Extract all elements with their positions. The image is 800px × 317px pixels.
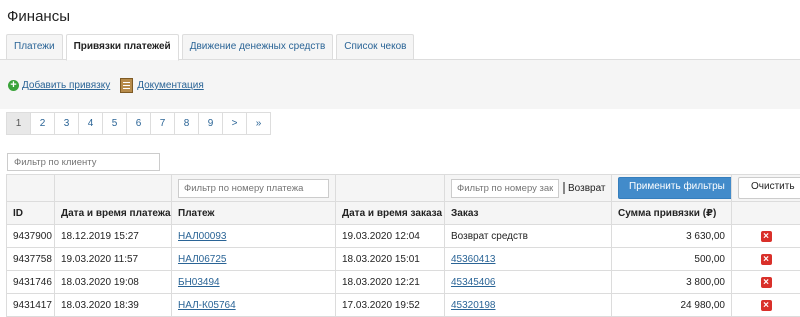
delete-icon[interactable]: × [761,277,772,288]
payment-link[interactable]: НАЛ-К05764 [178,300,236,311]
page-3[interactable]: 3 [54,112,79,135]
payment-link[interactable]: БН03494 [178,277,220,288]
payment-filter-input[interactable] [178,179,329,198]
order-link[interactable]: 45320198 [451,300,496,311]
cell-sum: 500,00 [612,248,732,271]
header-row: ID Дата и время платежа Платеж Дата и вр… [7,202,800,225]
actions-bar: + Добавить привязку Документация [8,78,204,93]
cell-sum: 24 980,00 [612,294,732,317]
cell-id: 9437758 [7,248,55,271]
refund-checkbox[interactable] [563,182,565,194]
delete-icon[interactable]: × [761,231,772,242]
cell-order-date: 18.03.2020 15:01 [336,248,445,271]
add-binding-link[interactable]: Добавить привязку [22,80,110,91]
page-4[interactable]: 4 [78,112,103,135]
bindings-table: Возврат Применить фильтры Очистить ID Да… [6,174,800,317]
cell-sum: 3 800,00 [612,271,732,294]
tab-bar: Платежи Привязки платежей Движение денеж… [6,34,417,60]
col-order: Заказ [445,202,612,225]
client-filter-input[interactable] [7,153,160,171]
col-order-date: Дата и время заказа [336,202,445,225]
tab-receipts-list[interactable]: Список чеков [336,34,414,59]
page-6[interactable]: 6 [126,112,151,135]
cell-id: 9431746 [7,271,55,294]
cell-payment-date: 18.03.2020 19:08 [55,271,172,294]
tab-cash-flow[interactable]: Движение денежных средств [182,34,334,59]
apply-filters-button[interactable]: Применить фильтры [618,177,732,199]
page-7[interactable]: 7 [150,112,175,135]
order-filter-input[interactable] [451,179,559,198]
page-next[interactable]: > [222,112,247,135]
cell-payment-date: 18.03.2020 18:39 [55,294,172,317]
order-link[interactable]: 45360413 [451,254,496,265]
plus-icon[interactable]: + [8,80,19,91]
cell-id: 9437900 [7,225,55,248]
cell-payment-date: 18.12.2019 15:27 [55,225,172,248]
page-last[interactable]: » [246,112,271,135]
documentation-link[interactable]: Документация [137,80,204,91]
table-row: 9431417 18.03.2020 18:39 НАЛ-К05764 17.0… [7,294,800,317]
cell-sum: 3 630,00 [612,225,732,248]
page-1[interactable]: 1 [6,112,31,135]
col-sum: Сумма привязки (₽) [612,202,732,225]
page-5[interactable]: 5 [102,112,127,135]
cell-id: 9431417 [7,294,55,317]
cell-order-date: 19.03.2020 12:04 [336,225,445,248]
cell-payment-date: 19.03.2020 11:57 [55,248,172,271]
refund-label: Возврат [568,183,606,194]
cell-order-date: 17.03.2020 19:52 [336,294,445,317]
cell-order: Возврат средств [445,225,612,248]
tab-payments[interactable]: Платежи [6,34,63,59]
filter-row: Возврат Применить фильтры Очистить [7,175,800,202]
col-payment-date: Дата и время платежа [55,202,172,225]
payment-link[interactable]: НАЛ06725 [178,254,226,265]
col-payment: Платеж [172,202,336,225]
payment-link[interactable]: НАЛ00093 [178,231,226,242]
page-8[interactable]: 8 [174,112,199,135]
pagination: 1 2 3 4 5 6 7 8 9 > » [7,112,271,135]
col-id: ID [7,202,55,225]
delete-icon[interactable]: × [761,254,772,265]
page-9[interactable]: 9 [198,112,223,135]
page-2[interactable]: 2 [30,112,55,135]
cell-order-date: 18.03.2020 12:21 [336,271,445,294]
table-row: 9437758 19.03.2020 11:57 НАЛ06725 18.03.… [7,248,800,271]
order-link[interactable]: 45345406 [451,277,496,288]
clear-filters-button[interactable]: Очистить [738,177,800,199]
page-title: Финансы [7,8,70,25]
document-icon[interactable] [120,78,133,93]
tab-payment-bindings[interactable]: Привязки платежей [66,34,179,61]
table-row: 9437900 18.12.2019 15:27 НАЛ00093 19.03.… [7,225,800,248]
table-row: 9431746 18.03.2020 19:08 БН03494 18.03.2… [7,271,800,294]
delete-icon[interactable]: × [761,300,772,311]
